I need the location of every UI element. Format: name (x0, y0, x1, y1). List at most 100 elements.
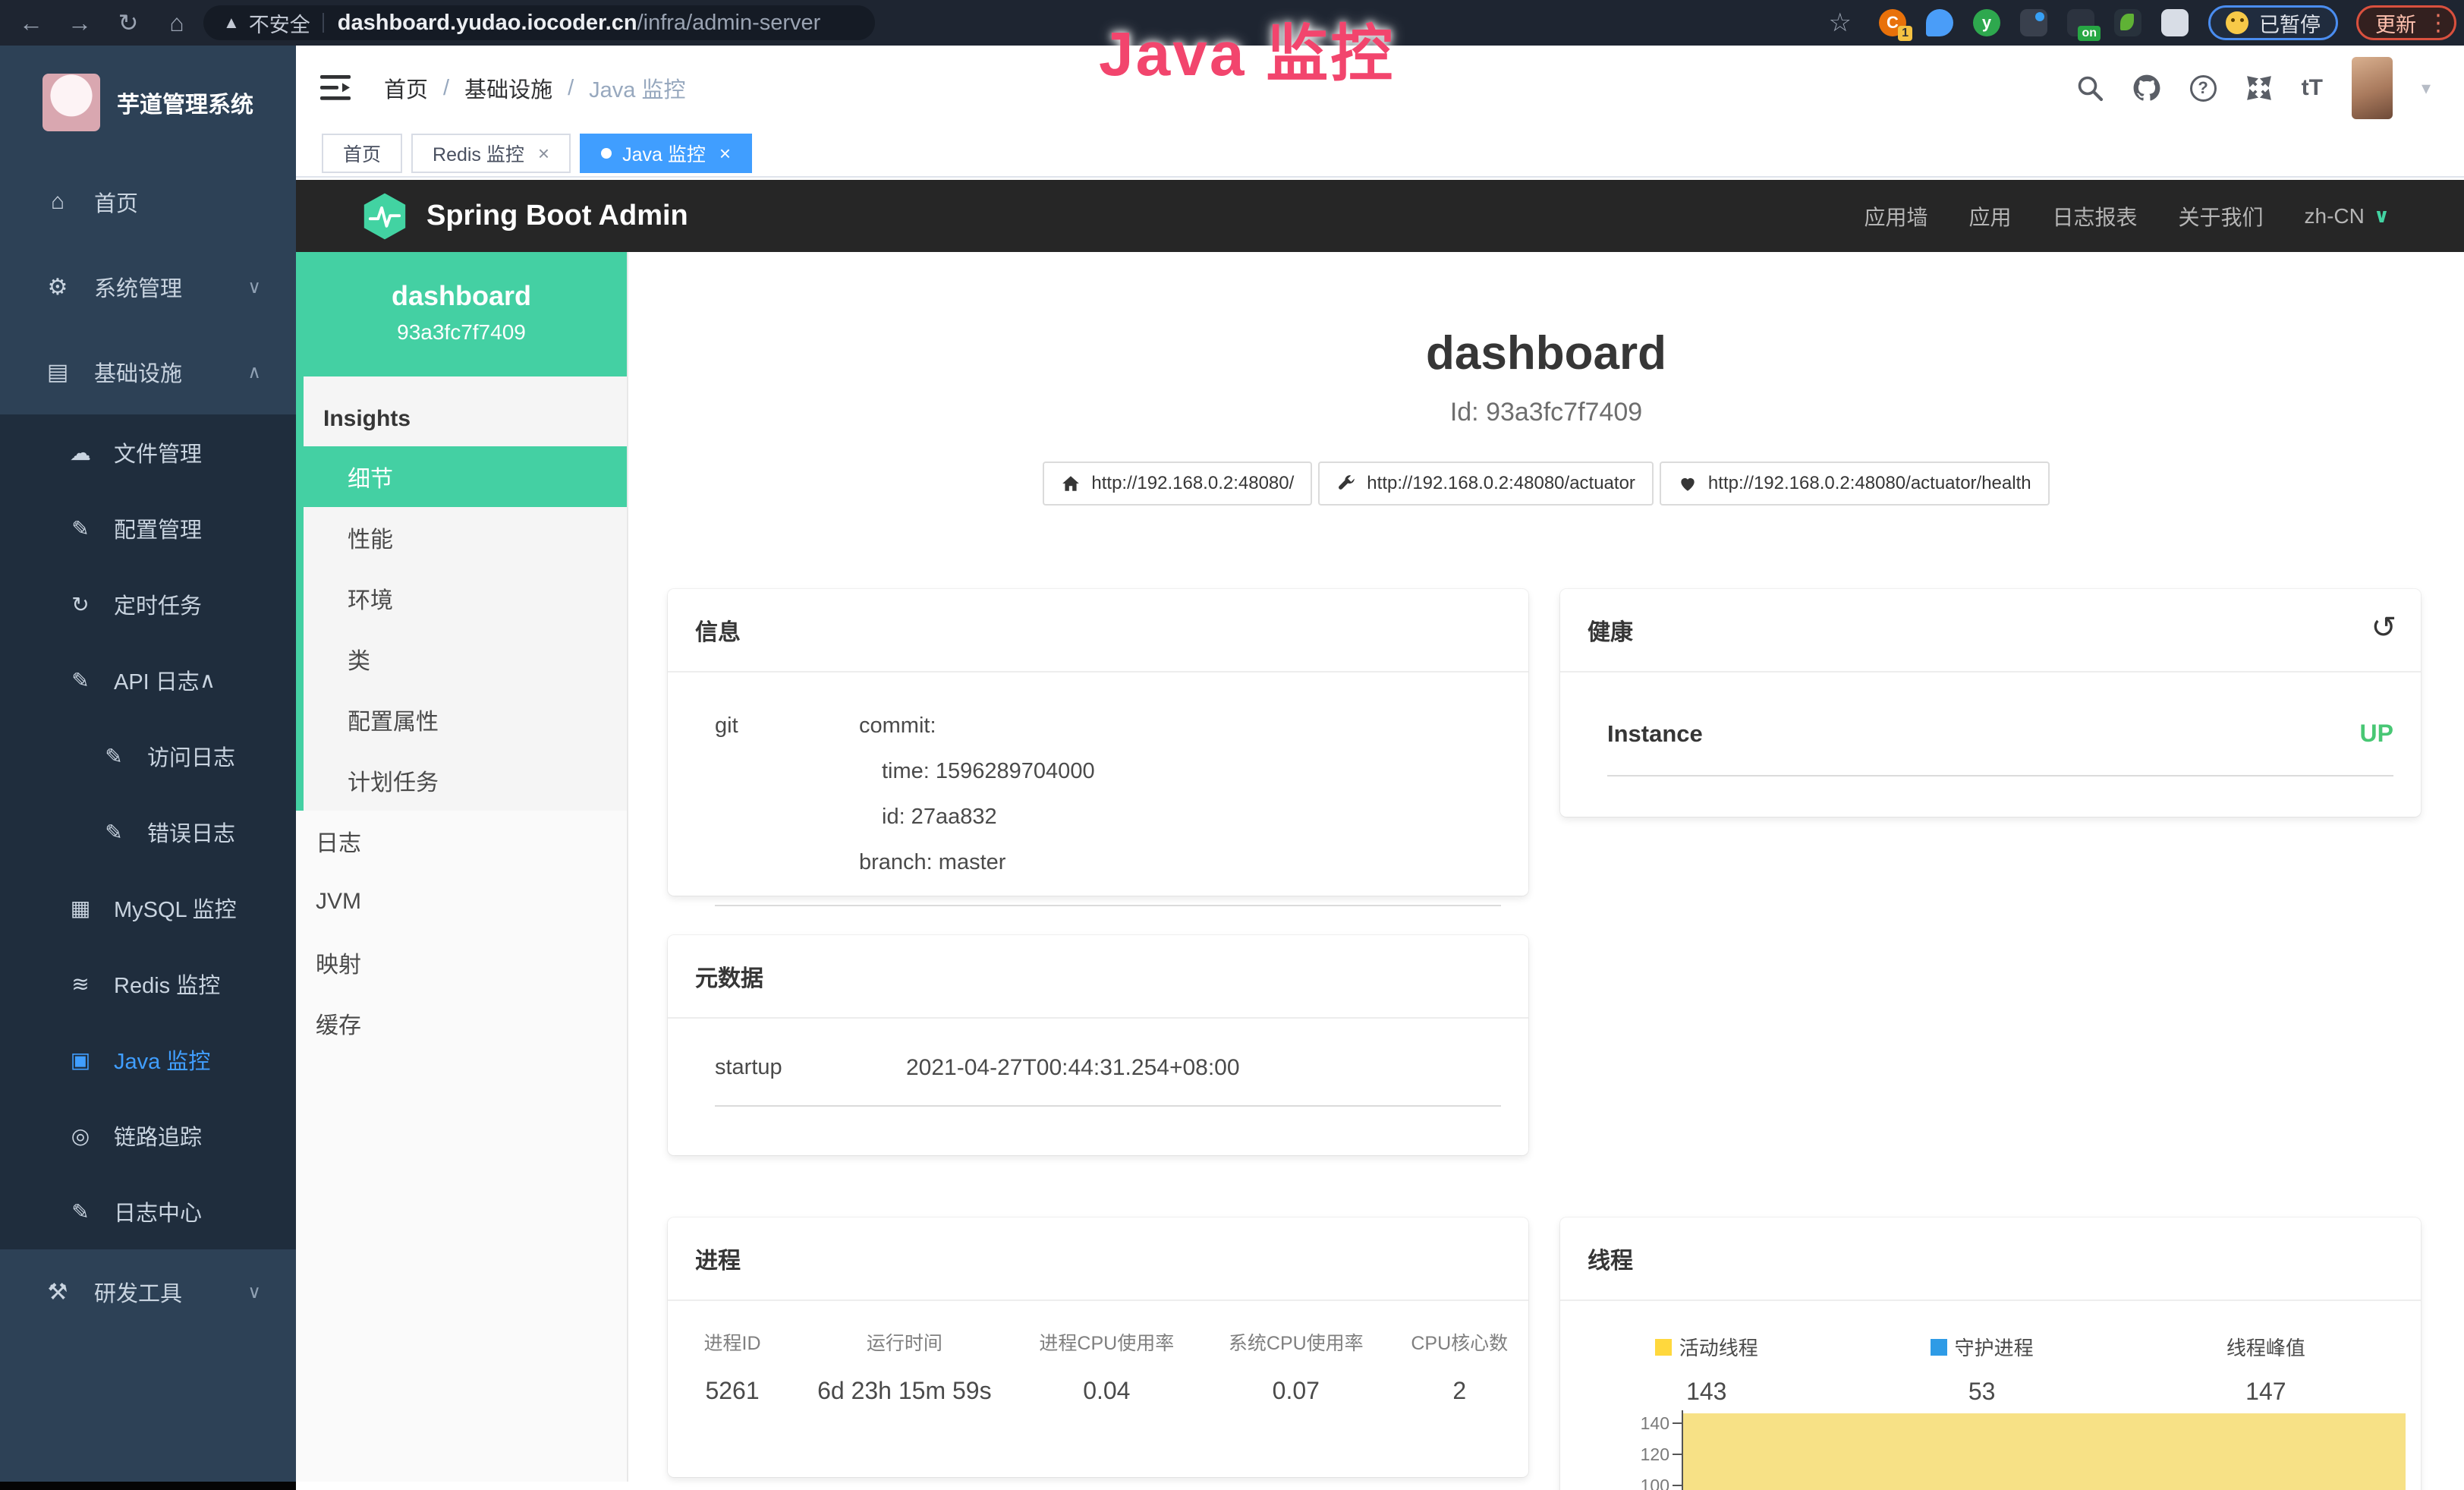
sidebar-item-home[interactable]: ⌂ 首页 (0, 159, 296, 244)
service-url-link[interactable]: http://192.168.0.2:48080/ (1043, 461, 1312, 506)
legend-label: 守护进程 (1955, 1333, 2034, 1361)
metadata-row: startup 2021-04-27T00:44:31.254+08:00 (715, 1055, 1501, 1107)
update-button[interactable]: 更新 ⋮ (2356, 5, 2456, 40)
breadcrumb-home[interactable]: 首页 (384, 72, 428, 104)
help-icon[interactable]: ? (2190, 75, 2217, 102)
address-bar[interactable]: ▲ 不安全 dashboard.yudao.iocoder.cn/infra/a… (203, 5, 875, 40)
sba-nav-about[interactable]: 关于我们 (2179, 201, 2264, 232)
browser-reload-icon[interactable]: ↻ (111, 8, 146, 37)
sba-nav-applications[interactable]: 应用 (1968, 201, 2011, 232)
menu-item-jvm[interactable]: JVM (296, 871, 627, 932)
sidebar-item-redis-monitor[interactable]: ≋ Redis 监控 (0, 946, 296, 1022)
menu-item-logs[interactable]: 日志 (296, 811, 627, 871)
emoji-face-icon (2226, 11, 2248, 34)
menu-item-caches[interactable]: 缓存 (296, 993, 627, 1054)
paused-label: 已暂停 (2259, 8, 2321, 38)
github-icon[interactable] (2132, 74, 2161, 102)
git-id-line: id: 27aa832 (859, 794, 1095, 840)
user-avatar[interactable] (2352, 57, 2393, 119)
browser-back-icon[interactable]: ← (14, 9, 49, 37)
sidebar-item-access-log[interactable]: ✎ 访问日志 (0, 718, 296, 794)
sidebar-item-dev-tools[interactable]: ⚒ 研发工具 ∨ (0, 1249, 296, 1334)
sidebar-item-label: 首页 (94, 186, 138, 218)
extension-switch-icon[interactable]: on (2067, 9, 2094, 36)
bookmark-star-icon[interactable]: ☆ (1829, 8, 1852, 38)
tab-home[interactable]: 首页 (322, 134, 402, 173)
extension-leaf-icon[interactable] (2114, 9, 2141, 36)
tick-mark (1673, 1454, 1682, 1455)
menu-item-details[interactable]: 细节 (304, 446, 627, 507)
sidebar-item-scheduled-jobs[interactable]: ↻ 定时任务 (0, 566, 296, 642)
sidebar-item-label: Redis 监控 (114, 968, 220, 1000)
extension-pin-icon[interactable] (1926, 9, 1953, 36)
wrench-icon (1336, 474, 1356, 493)
sidebar-item-config-manage[interactable]: ✎ 配置管理 (0, 490, 296, 566)
locale-selector[interactable]: zh-CN ∨ (2305, 204, 2390, 228)
browser-home-icon[interactable]: ⌂ (159, 9, 194, 37)
sidebar-item-api-logs[interactable]: ✎ API 日志 ∧ (0, 642, 296, 718)
chevron-down-icon: ∨ (247, 1281, 261, 1303)
browser-menu-dots-icon[interactable]: ⋮ (2427, 10, 2448, 36)
sidebar-item-mysql-monitor[interactable]: ▦ MySQL 监控 (0, 870, 296, 946)
sidebar-toggle-icon[interactable] (320, 75, 351, 101)
search-icon[interactable] (2076, 74, 2104, 102)
breadcrumb-infra[interactable]: 基础设施 (464, 72, 552, 104)
close-icon[interactable]: × (538, 142, 549, 165)
user-menu-caret-icon[interactable]: ▾ (2422, 77, 2431, 99)
col-header-process-cpu: 进程CPU使用率 (1012, 1328, 1201, 1356)
extensions-puzzle-icon[interactable] (2161, 9, 2189, 36)
breadcrumb-current: Java 监控 (589, 72, 685, 104)
extension-y-icon[interactable]: y (1973, 9, 2000, 36)
process-table: 进程ID 运行时间 进程CPU使用率 系统CPU使用率 CPU核心数 5261 … (668, 1301, 1528, 1405)
browser-forward-icon[interactable]: → (62, 9, 97, 37)
link-label: http://192.168.0.2:48080/ (1091, 473, 1294, 494)
tab-java-monitor[interactable]: Java 监控 × (580, 134, 752, 173)
breadcrumb-separator: / (568, 76, 574, 101)
sba-main: dashboard Id: 93a3fc7f7409 http://192.16… (628, 252, 2464, 1482)
sidebar-item-tracing[interactable]: ◎ 链路追踪 (0, 1098, 296, 1173)
menu-item-environment[interactable]: 环境 (304, 568, 627, 628)
sidebar-item-label: 日志中心 (114, 1195, 202, 1227)
sba-brand-title[interactable]: Spring Boot Admin (426, 200, 688, 232)
menu-item-scheduled-tasks[interactable]: 计划任务 (304, 750, 627, 811)
process-table-value-row: 5261 6d 23h 15m 59s 0.04 0.07 2 (668, 1356, 1528, 1405)
page-title: dashboard (628, 326, 2464, 380)
extension-colorzilla-icon[interactable]: C1 (1879, 9, 1906, 36)
menu-item-mappings[interactable]: 映射 (296, 932, 627, 993)
menu-item-classes[interactable]: 类 (304, 628, 627, 689)
sidebar-item-java-monitor[interactable]: ▣ Java 监控 (0, 1022, 296, 1098)
tab-redis-monitor[interactable]: Redis 监控 × (411, 134, 571, 173)
text-size-icon[interactable]: tT (2302, 75, 2323, 101)
col-header-system-cpu: 系统CPU使用率 (1201, 1328, 1390, 1356)
database-icon: ▦ (67, 896, 94, 921)
status-badge: UP (2360, 720, 2393, 748)
menu-item-config-props[interactable]: 配置属性 (304, 689, 627, 750)
history-icon[interactable]: ↺ (2371, 610, 2396, 645)
legend-daemon-threads: 守护进程 53 (1853, 1333, 2111, 1406)
sidebar-item-log-center[interactable]: ✎ 日志中心 (0, 1173, 296, 1249)
sba-header: Spring Boot Admin 应用墙 应用 日志报表 关于我们 zh-CN… (296, 180, 2464, 252)
paused-pill[interactable]: 已暂停 (2208, 5, 2338, 40)
threads-area-chart: 140 120 100 (1560, 1406, 2406, 1490)
sba-nav-wallboard[interactable]: 应用墙 (1864, 201, 1927, 232)
extension-grid-icon[interactable] (2020, 9, 2047, 36)
sidebar-item-system[interactable]: ⚙ 系统管理 ∨ (0, 244, 296, 329)
actuator-url-link[interactable]: http://192.168.0.2:48080/actuator (1318, 461, 1654, 506)
menu-item-metrics[interactable]: 性能 (304, 507, 627, 568)
security-label: 不安全 (249, 8, 310, 38)
close-icon[interactable]: × (719, 142, 731, 165)
git-values: commit: time: 1596289704000 id: 27aa832 … (859, 703, 1095, 885)
fullscreen-icon[interactable] (2245, 74, 2273, 102)
daemon-threads-swatch (1931, 1339, 1947, 1356)
health-url-link[interactable]: http://192.168.0.2:48080/actuator/health (1660, 461, 2050, 506)
process-card-header: 进程 (668, 1218, 1528, 1301)
instance-header[interactable]: dashboard 93a3fc7f7409 (296, 252, 627, 376)
sidebar-item-file-manage[interactable]: ☁ 文件管理 (0, 414, 296, 490)
chevron-up-icon: ∧ (247, 361, 261, 383)
sidebar-item-infra[interactable]: ▤ 基础设施 ∧ (0, 329, 296, 414)
value-uptime: 6d 23h 15m 59s (797, 1377, 1012, 1405)
sidebar-item-error-log[interactable]: ✎ 错误日志 (0, 794, 296, 870)
ytick-100: 100 (1604, 1476, 1669, 1490)
health-card: 健康 ↺ Instance UP (1560, 589, 2421, 817)
sba-nav-journal[interactable]: 日志报表 (2053, 201, 2138, 232)
